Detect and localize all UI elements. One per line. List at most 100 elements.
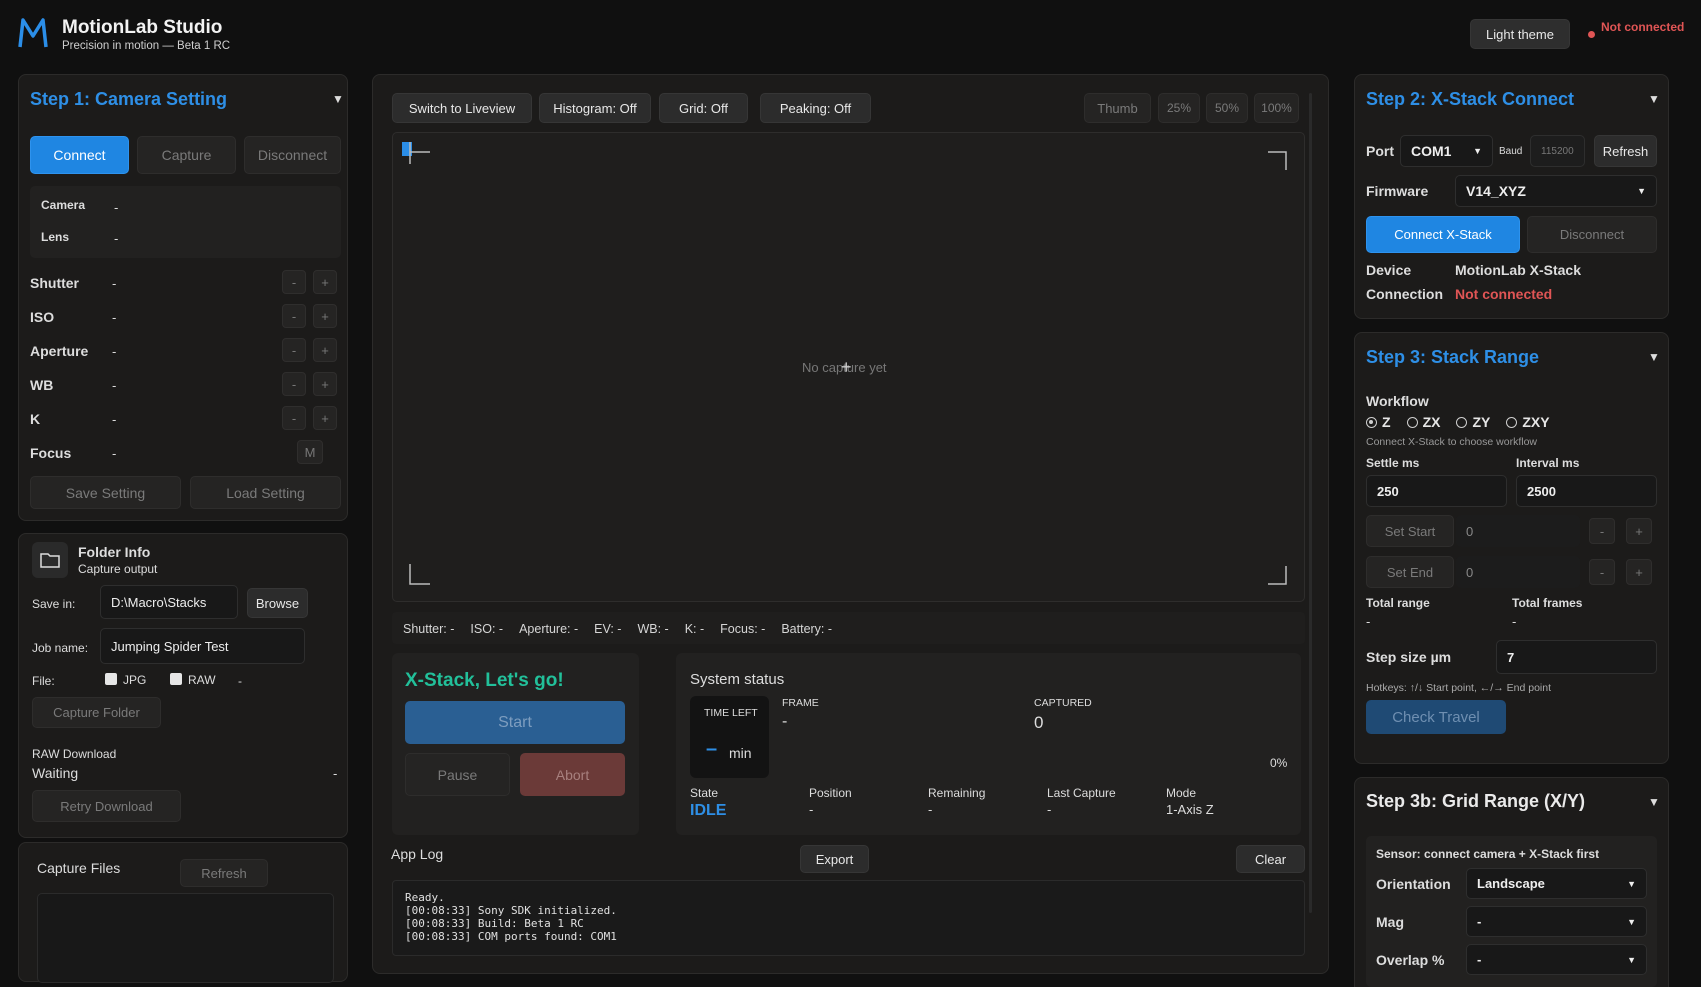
raw-checkbox[interactable]: RAW (170, 673, 216, 687)
app-title: MotionLab Studio (62, 17, 223, 38)
interval-input[interactable]: 2500 (1516, 475, 1657, 507)
log-export-button[interactable]: Export (800, 845, 869, 873)
connect-xstack-button[interactable]: Connect X-Stack (1366, 216, 1520, 253)
iso-decrease-button[interactable]: - (282, 304, 306, 328)
app-log-title: App Log (391, 846, 444, 862)
shutter-decrease-button[interactable]: - (282, 270, 306, 294)
workflow-option-zx[interactable]: ZX (1406, 414, 1441, 430)
orientation-label: Orientation (1376, 876, 1451, 892)
workflow-option-zy[interactable]: ZY (1456, 414, 1490, 430)
last-capture-label: Last Capture (1047, 786, 1116, 800)
disconnect-xstack-button[interactable]: Disconnect (1527, 216, 1657, 253)
aperture-label: Aperture (30, 343, 89, 359)
capture-files-refresh-button[interactable]: Refresh (180, 859, 268, 887)
status-k: K: - (684, 622, 705, 636)
camera-disconnect-button[interactable]: Disconnect (244, 136, 341, 174)
switch-liveview-button[interactable]: Switch to Liveview (392, 93, 532, 123)
end-decrease-button[interactable]: - (1589, 559, 1615, 585)
step-size-input[interactable]: 7 (1496, 640, 1657, 674)
collapse-caret-icon[interactable]: ▼ (332, 92, 344, 106)
focus-mode-button[interactable]: M (297, 440, 323, 464)
jpg-checkbox[interactable]: JPG (105, 673, 146, 687)
log-clear-button[interactable]: Clear (1236, 845, 1305, 873)
aperture-increase-button[interactable]: + (313, 338, 337, 362)
camera-status-items: Shutter: - ISO: - Aperture: - EV: - WB: … (403, 622, 832, 636)
raw-checkbox-box[interactable] (170, 673, 182, 685)
time-left-label: TIME LEFT (704, 707, 758, 719)
histogram-toggle-button[interactable]: Histogram: Off (539, 93, 651, 123)
zoom-50-button[interactable]: 50% (1206, 93, 1248, 123)
jpg-checkbox-box[interactable] (105, 673, 117, 685)
zoom-thumb-button[interactable]: Thumb (1084, 93, 1151, 123)
wb-increase-button[interactable]: + (313, 372, 337, 396)
raw-download-value: - (333, 766, 338, 781)
workflow-option-z[interactable]: Z (1366, 414, 1391, 430)
shutter-increase-button[interactable]: + (313, 270, 337, 294)
wb-decrease-button[interactable]: - (282, 372, 306, 396)
pause-button[interactable]: Pause (405, 753, 510, 796)
job-name-input[interactable]: Jumping Spider Test (100, 628, 305, 664)
status-battery: Battery: - (781, 622, 833, 636)
mag-select[interactable]: - ▼ (1466, 906, 1647, 937)
start-position-input[interactable]: 0 (1456, 515, 1580, 547)
aperture-decrease-button[interactable]: - (282, 338, 306, 362)
chevron-down-icon: ▼ (1627, 878, 1636, 889)
interval-label: Interval ms (1516, 456, 1580, 470)
jpg-label: JPG (123, 673, 147, 687)
retry-download-button[interactable]: Retry Download (32, 790, 181, 822)
peaking-toggle-button[interactable]: Peaking: Off (760, 93, 871, 123)
chevron-down-icon: ▼ (1637, 186, 1646, 196)
firmware-select[interactable]: V14_XYZ ▼ (1455, 175, 1657, 207)
set-start-button[interactable]: Set Start (1366, 515, 1454, 547)
iso-label: ISO (30, 309, 55, 325)
port-select[interactable]: COM1 ▼ (1400, 135, 1493, 167)
set-end-button[interactable]: Set End (1366, 556, 1454, 588)
settle-input[interactable]: 250 (1366, 475, 1507, 507)
iso-increase-button[interactable]: + (313, 304, 337, 328)
collapse-caret-icon[interactable]: ▼ (1648, 795, 1660, 809)
theme-toggle-button[interactable]: Light theme (1470, 19, 1570, 49)
workflow-option-label: ZX (1422, 414, 1441, 430)
load-setting-button[interactable]: Load Setting (190, 476, 341, 509)
end-increase-button[interactable]: + (1626, 559, 1652, 585)
raw-label: RAW (188, 673, 216, 687)
connection-value: Not connected (1455, 286, 1553, 302)
workflow-option-zxy[interactable]: ZXY (1506, 414, 1550, 430)
kelvin-increase-button[interactable]: + (313, 406, 337, 430)
device-value: MotionLab X-Stack (1455, 262, 1582, 278)
app-log-output[interactable]: Ready. [00:08:33] Sony SDK initialized. … (392, 880, 1305, 956)
zoom-100-button[interactable]: 100% (1254, 93, 1299, 123)
save-setting-button[interactable]: Save Setting (30, 476, 181, 509)
camera-capture-button[interactable]: Capture (137, 136, 236, 174)
firmware-value: V14_XYZ (1466, 183, 1526, 199)
orientation-select[interactable]: Landscape ▼ (1466, 868, 1647, 899)
shutter-label: Shutter (30, 275, 79, 291)
check-travel-button[interactable]: Check Travel (1366, 700, 1506, 734)
end-position-input[interactable]: 0 (1456, 556, 1580, 588)
start-button[interactable]: Start (405, 701, 625, 744)
capture-folder-button[interactable]: Capture Folder (32, 697, 161, 728)
state-label: State (690, 786, 719, 800)
port-refresh-button[interactable]: Refresh (1594, 135, 1657, 167)
overlap-select[interactable]: - ▼ (1466, 944, 1647, 975)
settle-label: Settle ms (1366, 456, 1420, 470)
center-scrollbar[interactable] (1309, 93, 1312, 913)
baud-input[interactable]: 115200 (1530, 135, 1585, 167)
zoom-25-button[interactable]: 25% (1158, 93, 1200, 123)
status-iso: ISO: - (470, 622, 504, 636)
grid-toggle-button[interactable]: Grid: Off (659, 93, 748, 123)
start-increase-button[interactable]: + (1626, 518, 1652, 544)
kelvin-decrease-button[interactable]: - (282, 406, 306, 430)
capture-files-list[interactable] (37, 893, 334, 983)
camera-connect-button[interactable]: Connect (30, 136, 129, 174)
collapse-caret-icon[interactable]: ▼ (1648, 92, 1660, 106)
status-focus: Focus: - (720, 622, 766, 636)
radio-icon (1366, 417, 1377, 428)
save-in-path-input[interactable]: D:\Macro\Stacks (100, 585, 238, 619)
abort-button[interactable]: Abort (520, 753, 625, 796)
start-decrease-button[interactable]: - (1589, 518, 1615, 544)
browse-button[interactable]: Browse (247, 588, 308, 618)
focus-value: - (112, 446, 117, 461)
collapse-caret-icon[interactable]: ▼ (1648, 350, 1660, 364)
kelvin-label: K (30, 411, 41, 427)
